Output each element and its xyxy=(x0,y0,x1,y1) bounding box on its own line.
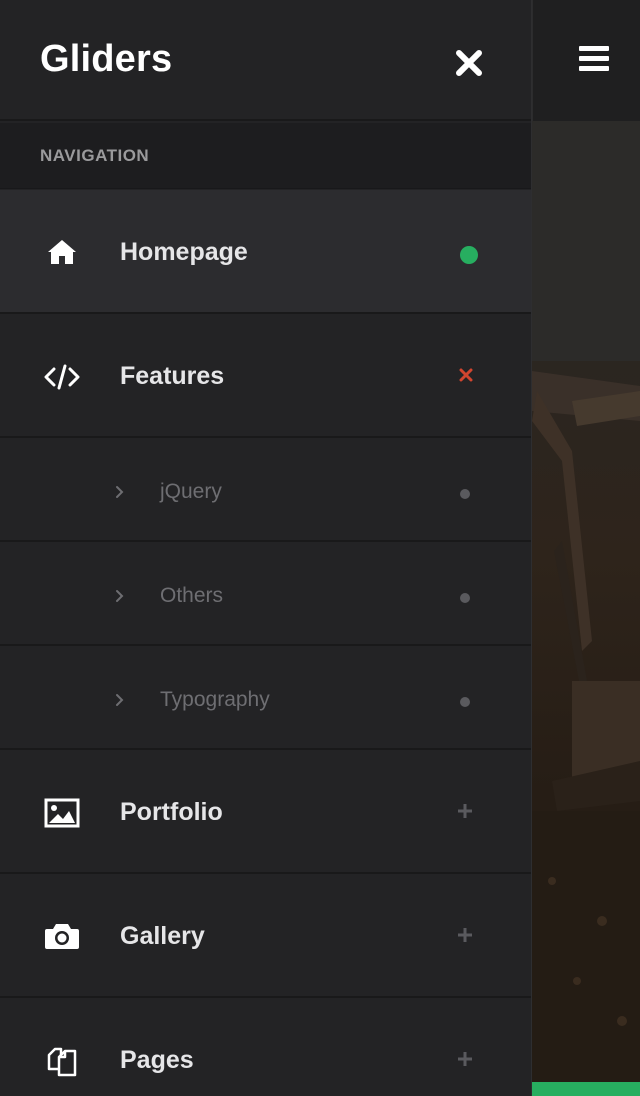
expand-plus-icon[interactable] xyxy=(457,1051,473,1067)
chevron-right-icon xyxy=(112,482,128,502)
image-icon xyxy=(40,793,84,833)
code-icon xyxy=(40,357,84,397)
nav-item-label: Pages xyxy=(120,1046,194,1074)
background-page xyxy=(532,0,640,1096)
close-drawer-button[interactable] xyxy=(452,46,486,80)
nav-item-label: Gallery xyxy=(120,922,205,950)
hero-image xyxy=(532,121,640,1082)
inactive-dot-indicator xyxy=(460,489,470,499)
section-label: NAVIGATION xyxy=(0,123,531,189)
hero-scene xyxy=(532,121,640,1082)
nav-item-label: Typography xyxy=(160,688,270,711)
section-label-text: NAVIGATION xyxy=(40,146,150,165)
brand-title: Gliders xyxy=(40,38,173,80)
nav-item-label: Portfolio xyxy=(120,798,223,826)
nav-item-label: Others xyxy=(160,584,224,607)
drawer-header: Gliders xyxy=(0,0,531,121)
nav-subitem-others[interactable]: Others xyxy=(0,542,531,646)
home-icon xyxy=(40,232,84,272)
inactive-dot-indicator xyxy=(460,593,470,603)
nav-subitem-jquery[interactable]: jQuery xyxy=(0,438,531,542)
inactive-dot-indicator xyxy=(460,697,470,707)
collapse-x-icon[interactable] xyxy=(458,367,474,383)
nav-item-features[interactable]: Features xyxy=(0,314,531,438)
nav-item-label: jQuery xyxy=(160,480,222,503)
nav-item-label: Features xyxy=(120,362,225,390)
hamburger-line xyxy=(579,66,609,71)
navigation-drawer: Gliders NAVIGATION Homepage Features jQu… xyxy=(0,0,532,1096)
camera-icon xyxy=(40,916,84,956)
accent-bar xyxy=(532,1082,640,1096)
expand-plus-icon[interactable] xyxy=(457,927,473,943)
nav-item-homepage[interactable]: Homepage xyxy=(0,190,531,314)
copy-pages-icon xyxy=(40,1040,84,1080)
nav-item-label: Homepage xyxy=(120,238,248,266)
nav-subitem-typography[interactable]: Typography xyxy=(0,646,531,750)
close-icon xyxy=(456,50,482,76)
active-dot-indicator xyxy=(460,246,478,264)
hamburger-line xyxy=(579,46,609,51)
menu-toggle-button[interactable] xyxy=(579,46,609,72)
chevron-right-icon xyxy=(112,690,128,710)
hamburger-line xyxy=(579,56,609,61)
nav-item-portfolio[interactable]: Portfolio xyxy=(0,750,531,874)
nav-item-pages[interactable]: Pages xyxy=(0,998,531,1096)
nav-item-gallery[interactable]: Gallery xyxy=(0,874,531,998)
page-header xyxy=(532,0,640,121)
chevron-right-icon xyxy=(112,586,128,606)
expand-plus-icon[interactable] xyxy=(457,803,473,819)
